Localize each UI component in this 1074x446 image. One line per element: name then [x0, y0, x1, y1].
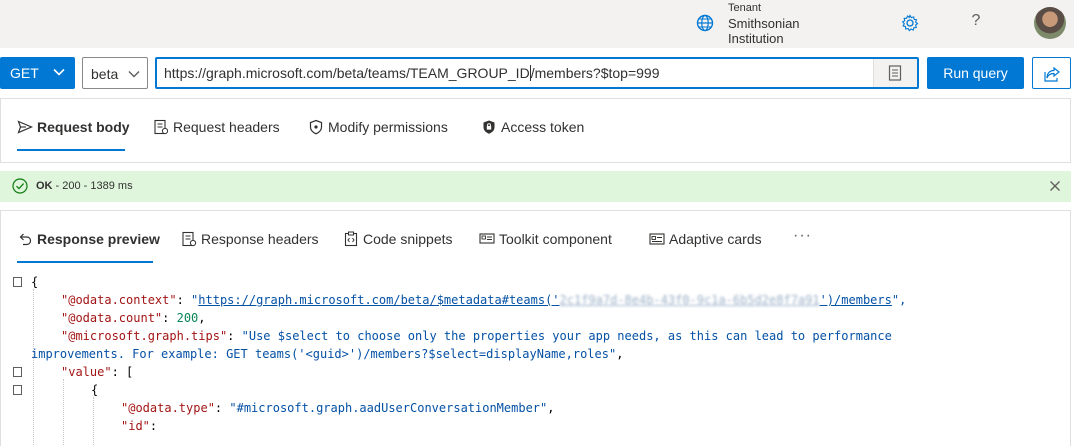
fold-toggle[interactable] — [13, 367, 22, 377]
card-icon — [649, 233, 665, 245]
indent-guide — [33, 289, 34, 446]
close-icon[interactable] — [1048, 179, 1062, 193]
http-method-dropdown[interactable]: GET — [0, 57, 75, 89]
tab-label: Access token — [501, 119, 585, 135]
status-bar: OK - 200 - 1389 ms — [0, 171, 1071, 202]
toolkit-icon — [479, 233, 495, 244]
active-tab-indicator — [17, 149, 125, 151]
indent-guide — [63, 379, 64, 446]
top-bar: Tenant Smithsonian Institution ? — [0, 0, 1074, 48]
tab-label: Request headers — [173, 119, 280, 135]
json-line: "@microsoft.graph.tips": "Use $select to… — [61, 329, 892, 343]
tab-code-snippets[interactable]: Code snippets — [343, 211, 455, 267]
response-panel: Response preview Response headers Code s… — [0, 210, 1071, 446]
tab-label: Modify permissions — [328, 119, 448, 135]
document-icon — [888, 65, 902, 81]
url-input[interactable]: https://graph.microsoft.com/beta/teams/T… — [155, 57, 919, 89]
fold-toggle[interactable] — [13, 277, 22, 287]
tenant-name: Smithsonian Institution — [728, 16, 800, 46]
tab-label: Adaptive cards — [669, 231, 762, 247]
indent-guide — [93, 397, 94, 446]
status-text: OK - 200 - 1389 ms — [36, 180, 133, 192]
json-line: "@odata.type": "#microsoft.graph.aadUser… — [121, 401, 555, 415]
json-line: improvements. For example: GET teams('<g… — [31, 347, 624, 361]
lock-icon — [483, 120, 495, 134]
avatar[interactable] — [1034, 7, 1066, 39]
success-check-icon — [12, 178, 28, 194]
json-line: "value": [ — [61, 365, 134, 379]
headers-icon — [154, 119, 169, 135]
version-dropdown[interactable]: beta — [82, 57, 148, 89]
tab-label: Code snippets — [363, 231, 453, 247]
redacted-id: 2c1f9a7d-8e4b-43f0-9c1a-6b5d2e8f7a91 — [559, 293, 820, 307]
json-line: "id": — [121, 419, 158, 433]
gear-icon[interactable] — [900, 13, 920, 33]
tab-adaptive-cards[interactable]: Adaptive cards — [649, 211, 765, 267]
code-icon — [344, 231, 358, 247]
tab-label: Request body — [37, 119, 130, 135]
url-text: https://graph.microsoft.com/beta/teams/T… — [164, 65, 660, 81]
tab-label: Response headers — [201, 231, 319, 247]
tenant-info[interactable]: Tenant Smithsonian Institution — [696, 2, 856, 46]
json-line: "@odata.context": "https://graph.microso… — [61, 293, 907, 307]
more-options-button[interactable]: ··· — [793, 227, 812, 245]
run-query-button[interactable]: Run query — [927, 57, 1024, 89]
shield-icon — [309, 119, 323, 135]
tenant-label: Tenant — [728, 2, 762, 14]
fold-toggle[interactable] — [13, 385, 22, 395]
help-icon[interactable]: ? — [968, 12, 984, 30]
tab-access-token[interactable]: Access token — [481, 99, 591, 155]
tab-label: Toolkit component — [499, 231, 612, 247]
chevron-down-icon — [53, 68, 65, 76]
docs-button[interactable] — [873, 59, 917, 87]
tab-response-preview[interactable]: Response preview — [17, 211, 160, 267]
globe-icon — [696, 14, 714, 32]
chevron-down-icon — [128, 71, 140, 78]
tab-response-headers[interactable]: Response headers — [181, 211, 319, 267]
request-panel: Request body Request headers Modify perm… — [0, 98, 1071, 163]
send-icon — [17, 120, 33, 134]
tab-request-headers[interactable]: Request headers — [153, 99, 283, 155]
tab-label: Response preview — [37, 231, 160, 247]
active-tab-indicator — [17, 261, 153, 263]
json-line: { — [31, 275, 39, 289]
json-line: "@odata.count": 200, — [61, 311, 206, 325]
share-icon — [1044, 66, 1060, 82]
json-line: { — [91, 383, 99, 397]
share-button[interactable] — [1032, 57, 1071, 89]
headers-icon — [182, 231, 197, 247]
http-method-label: GET — [10, 65, 39, 81]
tab-toolkit-component[interactable]: Toolkit component — [479, 211, 619, 267]
tab-request-body[interactable]: Request body — [17, 99, 130, 155]
undo-icon — [19, 233, 32, 246]
version-label: beta — [91, 66, 119, 82]
tab-modify-permissions[interactable]: Modify permissions — [308, 99, 458, 155]
